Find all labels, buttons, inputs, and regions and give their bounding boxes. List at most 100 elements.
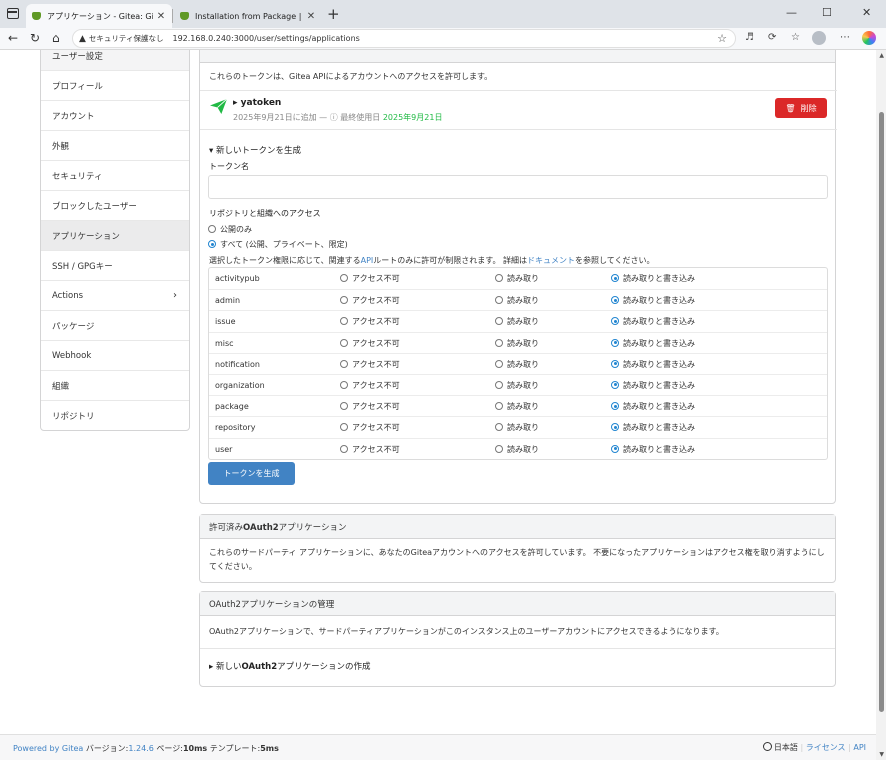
page-scrollbar[interactable]: ▲ ▼ [876,50,886,760]
new-token-summary[interactable]: ▾ 新しいトークンを生成 [209,144,301,156]
more-menu-icon[interactable]: ⋯ [840,32,850,43]
copilot-icon[interactable] [862,31,876,45]
favorite-star-icon[interactable]: ☆ [717,32,727,45]
security-label[interactable]: セキュリティ保護なし [89,33,164,44]
permission-option[interactable]: アクセス不可 [340,359,400,370]
permission-option[interactable]: アクセス不可 [340,444,400,455]
radio-all[interactable]: すべて (公開、プライベート、限定) [208,239,348,250]
maximize-icon[interactable]: ☐ [822,6,832,19]
sidebar-item-ssh-gpg[interactable]: SSH / GPGキー [41,250,189,280]
radio-icon[interactable] [611,402,619,411]
scroll-up-icon[interactable]: ▲ [879,52,884,59]
token-name-input[interactable] [208,175,828,199]
api-footer-link[interactable]: API [853,743,866,752]
permission-option[interactable]: 読み取りと書き込み [611,380,695,391]
permission-option[interactable]: アクセス不可 [340,273,400,284]
permission-option[interactable]: 読み取りと書き込み [611,295,695,306]
radio-icon[interactable] [340,274,348,282]
radio-icon[interactable] [495,444,503,453]
radio-icon[interactable] [340,296,348,305]
sidebar-item-packages[interactable]: パッケージ [41,310,189,340]
browser-tab-active[interactable]: アプリケーション - Gitea: Git with a c ✕ [26,4,172,28]
permission-option[interactable]: 読み取り [495,273,539,284]
license-link[interactable]: ライセンス [806,743,846,752]
address-bar[interactable]: ▲ セキュリティ保護なし 192.168.0.240:3000/user/set… [72,29,736,48]
radio-icon[interactable] [611,380,619,389]
permission-option[interactable]: アクセス不可 [340,338,400,349]
collections-icon[interactable]: ☆ [791,32,800,43]
radio-icon[interactable] [340,444,348,453]
radio-icon[interactable] [611,359,619,368]
radio-icon[interactable] [495,317,503,326]
permission-option[interactable]: アクセス不可 [340,380,400,391]
radio-icon[interactable] [611,423,619,432]
radio-icon[interactable] [495,423,503,432]
delete-token-button[interactable]: 🗑 削除 [775,98,827,118]
sidebar-item-applications[interactable]: アプリケーション [41,220,189,250]
radio-icon[interactable] [340,380,348,389]
powered-by-link[interactable]: Powered by Gitea [13,744,83,753]
radio-icon[interactable] [208,240,216,248]
permission-option[interactable]: アクセス不可 [340,295,400,306]
permission-option[interactable]: アクセス不可 [340,422,400,433]
permission-option[interactable]: 読み取りと書き込み [611,338,695,349]
sidebar-item-account[interactable]: アカウント [41,100,189,130]
permission-option[interactable]: 読み取り [495,401,539,412]
extensions-icon[interactable]: ⟳ [768,32,776,43]
scrollbar-thumb[interactable] [879,112,884,712]
permission-option[interactable]: アクセス不可 [340,316,400,327]
permission-option[interactable]: 読み取り [495,316,539,327]
home-icon[interactable]: ⌂ [52,31,60,45]
sidebar-item-profile[interactable]: プロフィール [41,70,189,100]
sidebar-item-repositories[interactable]: リポジトリ [41,400,189,430]
sidebar-item-actions[interactable]: Actions › [41,280,189,310]
permission-option[interactable]: 読み取り [495,359,539,370]
scroll-down-icon[interactable]: ▼ [879,751,884,758]
radio-icon[interactable] [495,274,503,282]
profile-avatar[interactable] [812,31,826,45]
generate-token-button[interactable]: トークンを生成 [208,462,295,485]
radio-icon[interactable] [495,338,503,347]
sidebar-item-appearance[interactable]: 外観 [41,130,189,160]
language-selector[interactable]: 日本語 [774,743,798,752]
permission-option[interactable]: 読み取りと書き込み [611,359,695,370]
permission-option[interactable]: 読み取りと書き込み [611,422,695,433]
radio-icon[interactable] [495,380,503,389]
permission-option[interactable]: 読み取り [495,295,539,306]
permission-option[interactable]: 読み取りと書き込み [611,273,695,284]
sidebar-toggle-icon[interactable] [7,8,19,19]
new-oauth-app-summary[interactable]: ▸ 新しいOAuth2アプリケーションの作成 [209,660,370,672]
minimize-icon[interactable]: — [786,6,797,19]
radio-icon[interactable] [340,402,348,411]
version-link[interactable]: 1.24.6 [128,744,153,753]
reload-icon[interactable]: ↻ [30,31,40,45]
radio-icon[interactable] [340,359,348,368]
radio-icon[interactable] [495,296,503,305]
radio-icon[interactable] [611,444,619,453]
back-icon[interactable]: ← [8,31,18,45]
permission-option[interactable]: 読み取りと書き込み [611,444,695,455]
radio-public-only[interactable]: 公開のみ [208,224,252,235]
permission-option[interactable]: 読み取りと書き込み [611,316,695,327]
radio-icon[interactable] [340,423,348,432]
radio-icon[interactable] [340,338,348,347]
tab-close-icon[interactable]: ✕ [306,11,316,22]
tab-close-icon[interactable]: ✕ [156,11,166,22]
permission-option[interactable]: 読み取り [495,380,539,391]
radio-icon[interactable] [611,274,619,282]
radio-icon[interactable] [495,402,503,411]
sidebar-item-webhook[interactable]: Webhook [41,340,189,370]
sidebar-item-organizations[interactable]: 組織 [41,370,189,400]
sidebar-item-blocked-users[interactable]: ブロックしたユーザー [41,190,189,220]
new-tab-icon[interactable]: + [327,5,340,23]
radio-icon[interactable] [340,317,348,326]
close-window-icon[interactable]: ✕ [862,6,871,19]
permission-option[interactable]: 読み取り [495,422,539,433]
radio-icon[interactable] [208,225,216,233]
browser-tab-inactive[interactable]: Installation from Package | Gitea D ✕ [174,4,322,28]
radio-icon[interactable] [611,296,619,305]
docs-link[interactable]: ドキュメント [527,256,575,265]
permission-option[interactable]: 読み取り [495,338,539,349]
radio-icon[interactable] [611,317,619,326]
permission-option[interactable]: 読み取りと書き込み [611,401,695,412]
